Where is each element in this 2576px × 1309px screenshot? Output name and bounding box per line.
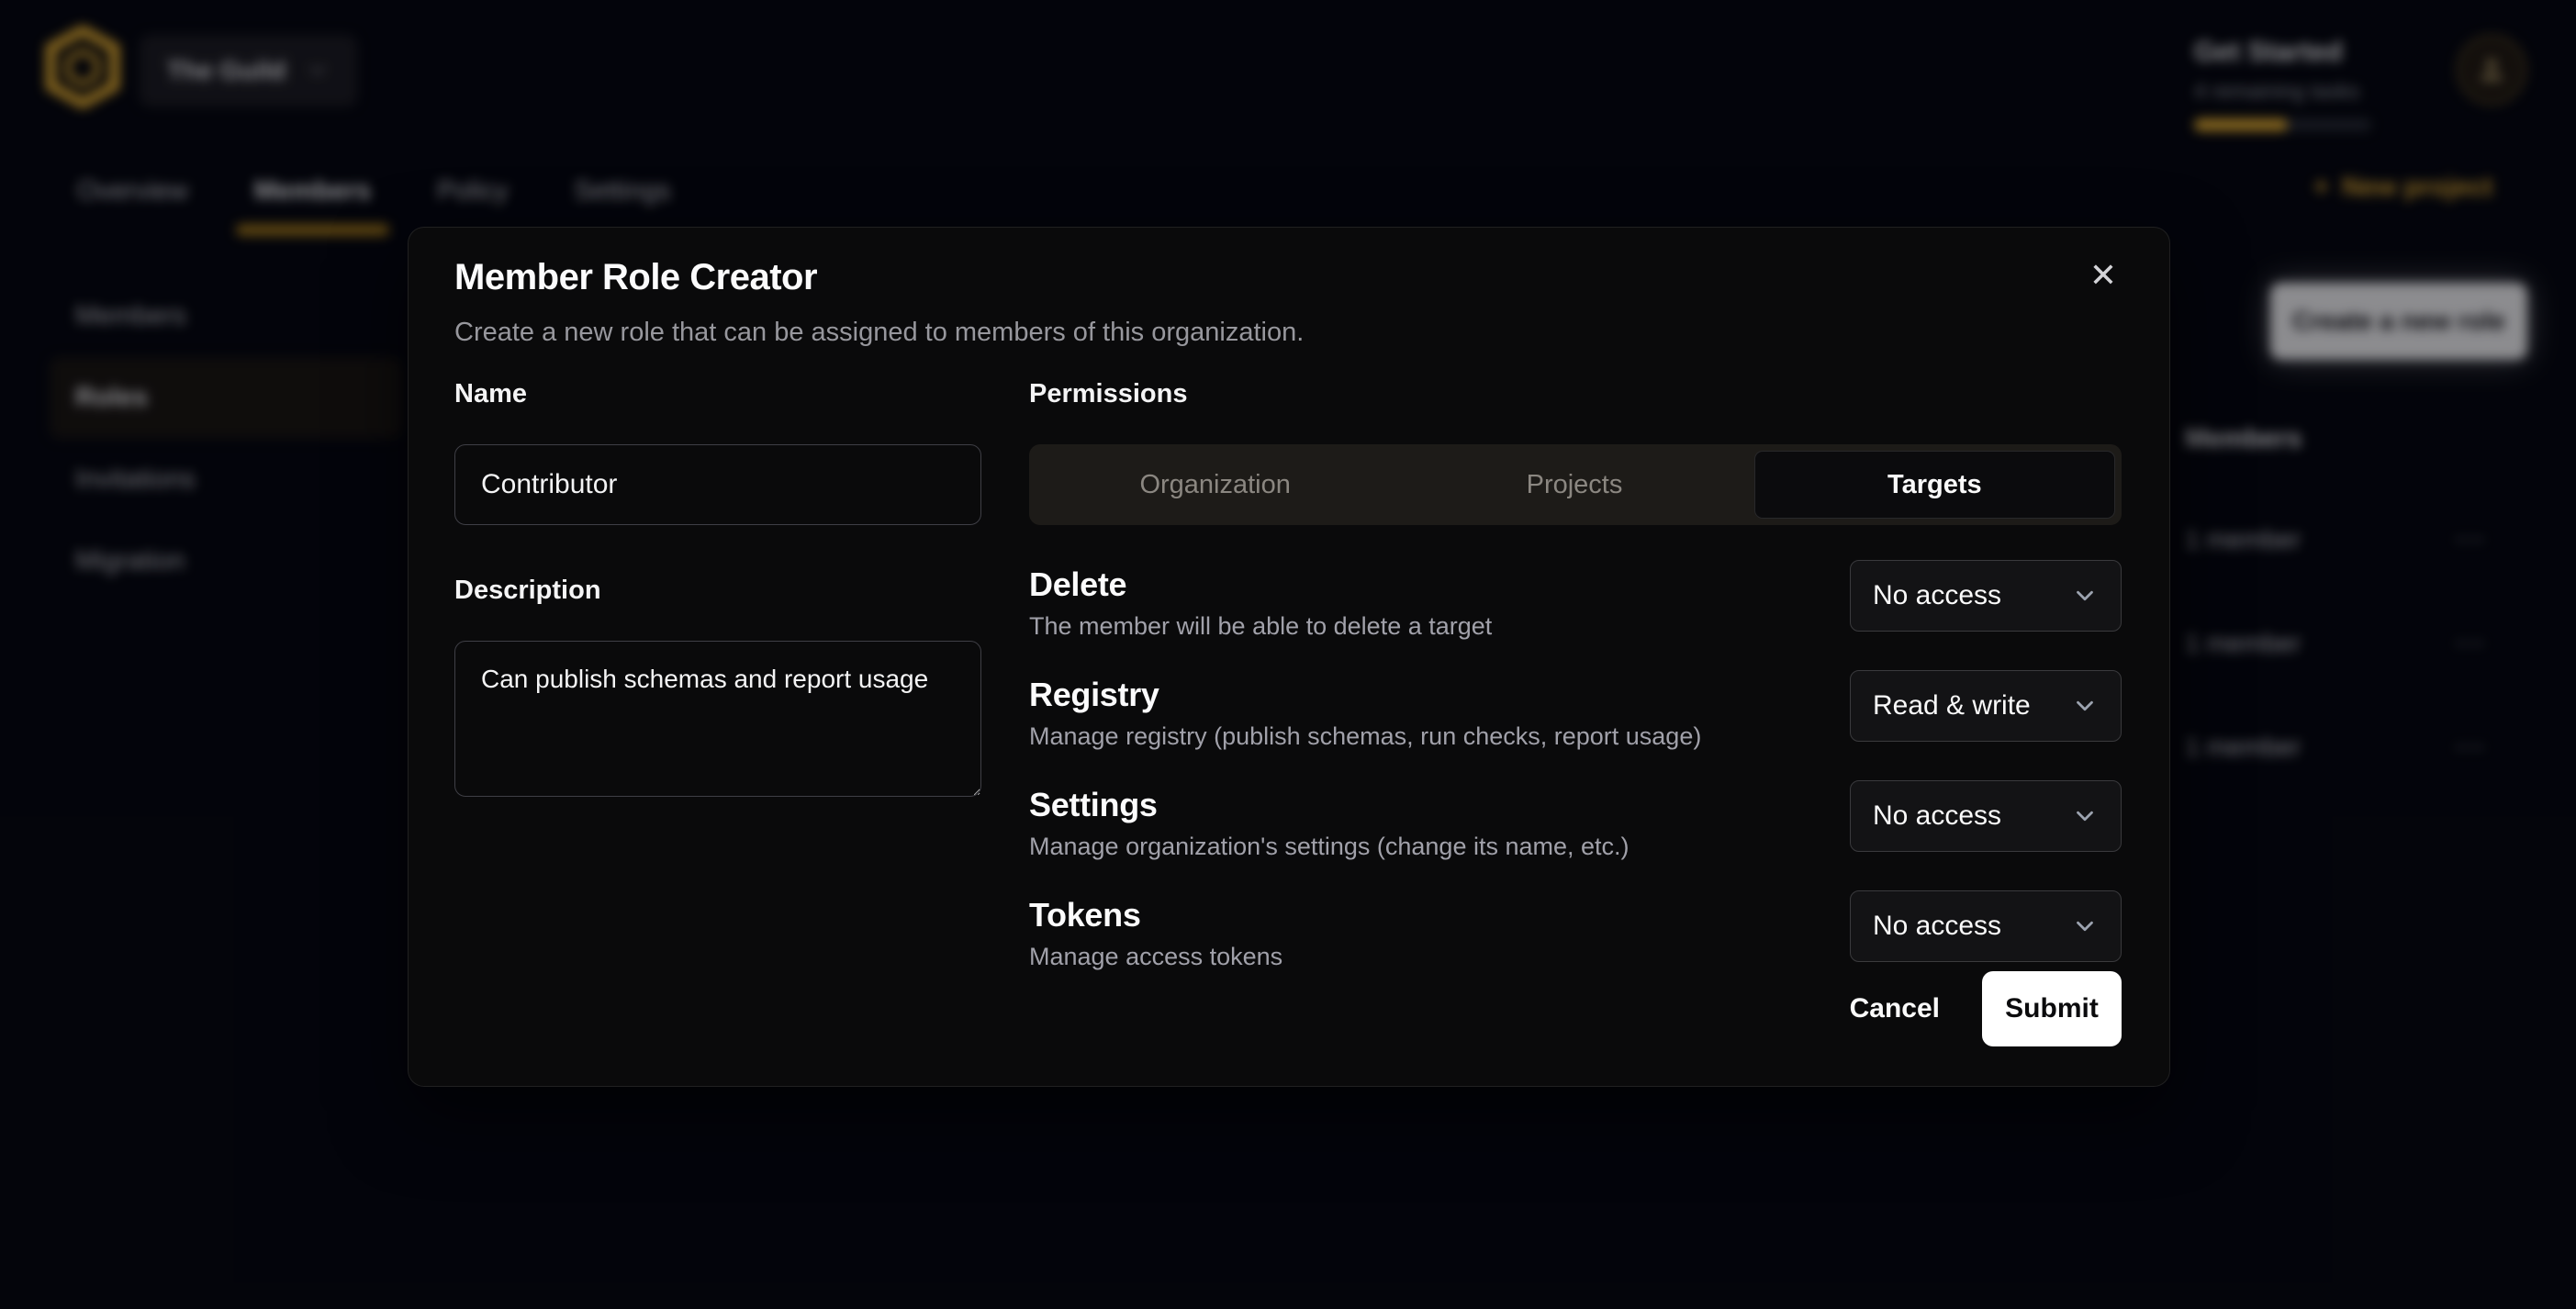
role-description-textarea[interactable]: Can publish schemas and report usage xyxy=(454,641,981,797)
permission-description: Manage organization's settings (change i… xyxy=(1029,833,1630,861)
name-label: Name xyxy=(454,379,981,409)
submit-button[interactable]: Submit xyxy=(1982,971,2122,1046)
select-value: No access xyxy=(1873,800,2001,832)
chevron-down-icon xyxy=(2071,912,2099,940)
permission-row-registry: Registry Manage registry (publish schema… xyxy=(1029,676,2122,751)
permission-title: Delete xyxy=(1029,565,1492,604)
select-value: No access xyxy=(1873,911,2001,942)
permissions-tablist: Organization Projects Targets xyxy=(1029,444,2122,525)
tokens-access-select[interactable]: No access xyxy=(1850,890,2122,962)
chevron-down-icon xyxy=(2071,692,2099,720)
permissions-tab-projects[interactable]: Projects xyxy=(1394,451,1753,519)
chevron-down-icon xyxy=(2071,582,2099,610)
close-icon[interactable]: ✕ xyxy=(2078,250,2129,301)
permission-row-tokens: Tokens Manage access tokens No access xyxy=(1029,896,2122,971)
role-name-input[interactable] xyxy=(454,444,981,525)
permission-title: Tokens xyxy=(1029,896,1282,934)
permissions-label: Permissions xyxy=(1029,379,2122,409)
permission-description: Manage registry (publish schemas, run ch… xyxy=(1029,722,1701,751)
member-role-creator-dialog: Member Role Creator Create a new role th… xyxy=(408,227,2170,1087)
permissions-tab-organization[interactable]: Organization xyxy=(1036,451,1394,519)
permission-title: Registry xyxy=(1029,676,1701,714)
chevron-down-icon xyxy=(2071,802,2099,830)
permission-description: Manage access tokens xyxy=(1029,943,1282,971)
settings-access-select[interactable]: No access xyxy=(1850,780,2122,852)
permission-title: Settings xyxy=(1029,786,1630,824)
dialog-title: Member Role Creator xyxy=(454,257,817,298)
select-value: No access xyxy=(1873,580,2001,611)
description-label: Description xyxy=(454,576,981,606)
permission-description: The member will be able to delete a targ… xyxy=(1029,612,1492,641)
dialog-subtitle: Create a new role that can be assigned t… xyxy=(454,318,1304,348)
permission-row-delete: Delete The member will be able to delete… xyxy=(1029,565,2122,641)
select-value: Read & write xyxy=(1873,690,2031,722)
delete-access-select[interactable]: No access xyxy=(1850,560,2122,632)
permissions-tab-targets[interactable]: Targets xyxy=(1754,451,2115,519)
registry-access-select[interactable]: Read & write xyxy=(1850,670,2122,742)
permission-row-settings: Settings Manage organization's settings … xyxy=(1029,786,2122,861)
cancel-button[interactable]: Cancel xyxy=(1850,993,1940,1024)
